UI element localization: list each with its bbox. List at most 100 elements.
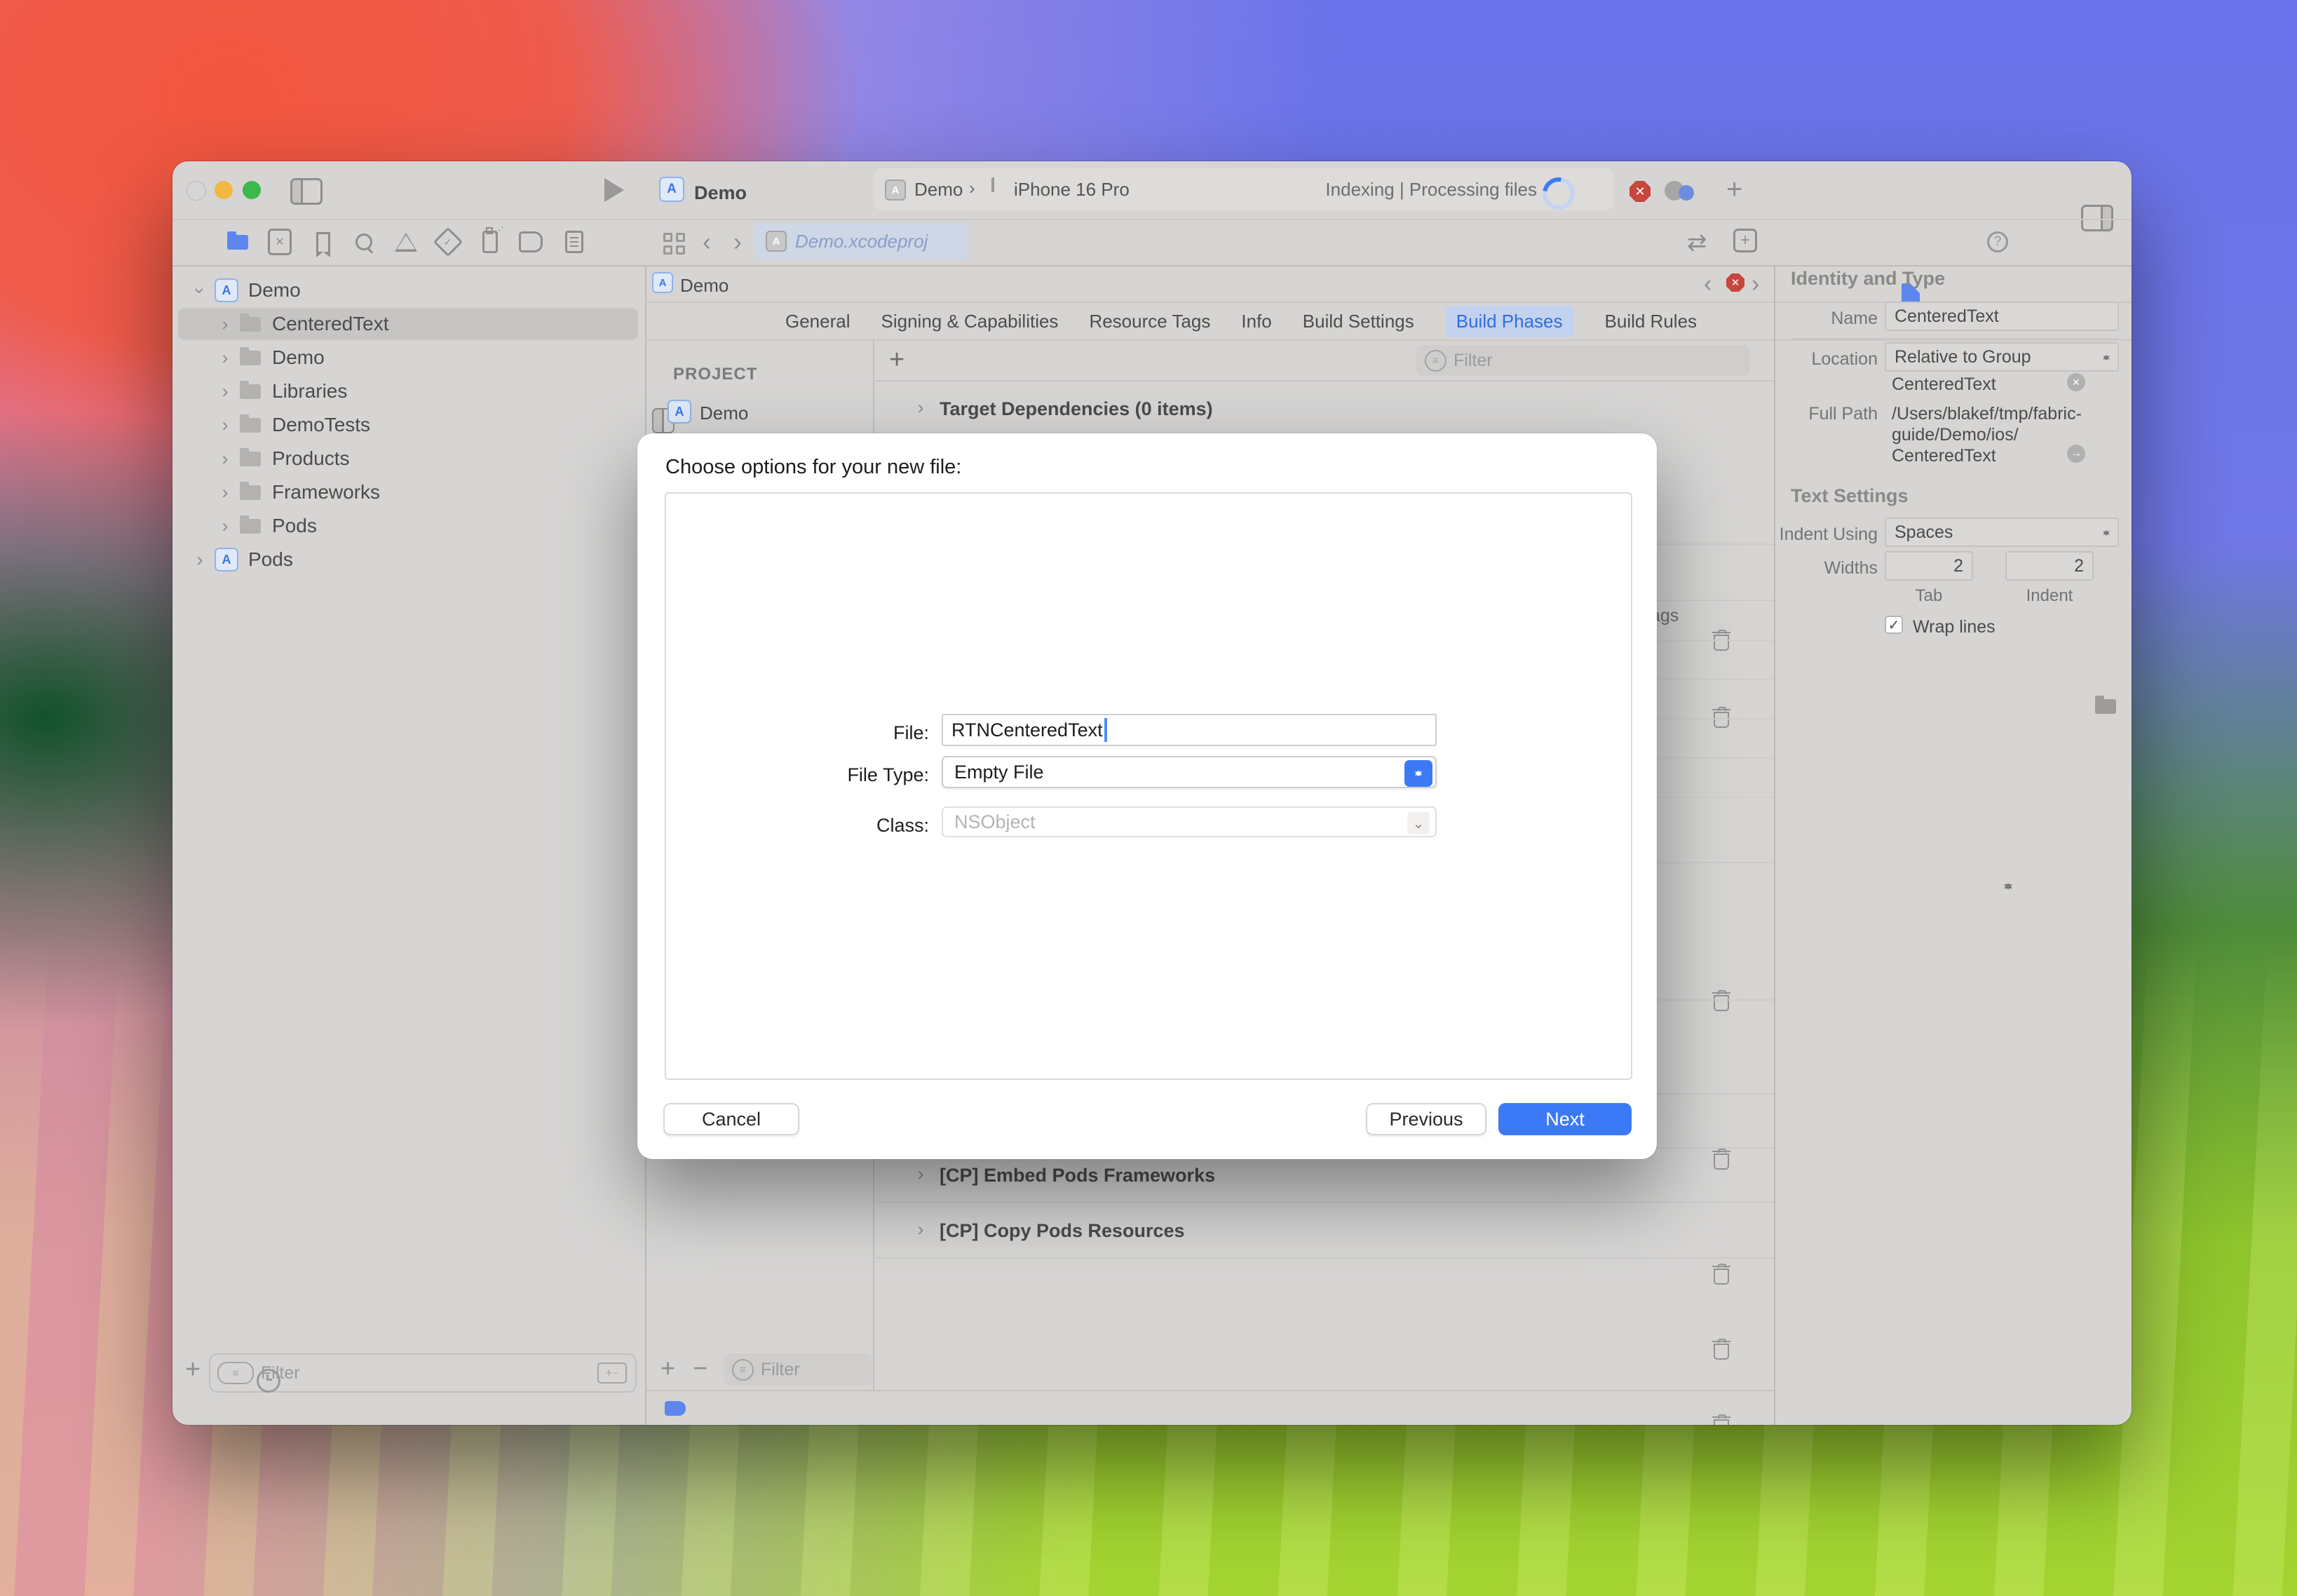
- tab-info[interactable]: Info: [1241, 311, 1271, 332]
- phase-row-label[interactable]: [CP] Copy Pods Resources: [940, 1220, 1185, 1242]
- clear-location-icon[interactable]: ✕: [2067, 373, 2085, 391]
- filter-scope-icon[interactable]: ≡: [217, 1362, 254, 1384]
- editor-tab[interactable]: A Demo.xcodeproj: [754, 223, 968, 259]
- source-control-navigator-icon[interactable]: ✕: [268, 230, 292, 254]
- trash-icon[interactable]: [1712, 1339, 1730, 1360]
- disclosure-icon[interactable]: ›: [910, 397, 931, 419]
- breadcrumb[interactable]: Demo: [680, 275, 729, 297]
- flags-filter-icon[interactable]: +-: [597, 1362, 627, 1384]
- zoom-button[interactable]: [243, 181, 261, 199]
- file-type-popup[interactable]: Empty File: [942, 756, 1437, 788]
- open-path-arrow-icon[interactable]: →: [2067, 445, 2085, 463]
- tree-item-pods-folder[interactable]: › Pods: [172, 509, 645, 543]
- tree-item-centeredtext[interactable]: › CenteredText: [172, 307, 645, 341]
- search-navigator-icon[interactable]: [352, 230, 376, 254]
- phase-row-label[interactable]: [CP] Embed Pods Frameworks: [940, 1165, 1215, 1186]
- disclosure-icon[interactable]: ›: [189, 280, 211, 301]
- dependencies-row-label[interactable]: Target Dependencies (0 items): [940, 398, 1213, 420]
- tab-build-phases[interactable]: Build Phases: [1445, 306, 1574, 337]
- error-badge-icon[interactable]: ✕: [1629, 181, 1651, 202]
- trash-icon[interactable]: [1712, 707, 1730, 728]
- targets-filter-input[interactable]: ≡ Filter: [724, 1353, 872, 1386]
- issue-navigator-icon[interactable]: [394, 230, 418, 254]
- disclosure-icon[interactable]: ›: [215, 381, 236, 403]
- remove-target-icon[interactable]: −: [693, 1353, 707, 1383]
- name-field[interactable]: CenteredText: [1885, 302, 2119, 331]
- folder-icon: [240, 485, 261, 500]
- tab-width-field[interactable]: 2: [1885, 551, 1973, 581]
- back-icon[interactable]: ‹: [703, 227, 711, 257]
- bookmark-navigator-icon[interactable]: [311, 230, 335, 254]
- tab-build-settings[interactable]: Build Settings: [1303, 311, 1414, 332]
- cloud-status-icon[interactable]: [1665, 180, 1698, 201]
- disclosure-icon[interactable]: ›: [215, 347, 236, 369]
- choose-folder-icon[interactable]: [2095, 699, 2116, 714]
- test-navigator-icon[interactable]: ✓: [436, 230, 460, 254]
- tab-width-stepper[interactable]: [2003, 878, 2014, 895]
- tree-item-demo-folder[interactable]: › Demo: [172, 341, 645, 374]
- swap-editor-icon[interactable]: ⇄: [1687, 229, 1707, 257]
- breakpoint-navigator-icon[interactable]: [519, 230, 543, 254]
- tree-item-libraries[interactable]: › Libraries: [172, 374, 645, 408]
- add-toolbar-icon[interactable]: +: [1726, 174, 1742, 205]
- add-phase-icon[interactable]: +: [889, 345, 904, 375]
- filter-bar-tag-icon[interactable]: [665, 1401, 686, 1416]
- tab-general[interactable]: General: [785, 311, 851, 332]
- phases-filter-input[interactable]: ≡ Filter: [1416, 345, 1750, 376]
- issue-next-icon[interactable]: ›: [1751, 271, 1759, 298]
- project-navigator-icon[interactable]: [226, 230, 250, 254]
- tree-item-demo-project[interactable]: › A Demo: [172, 273, 645, 307]
- disclosure-icon[interactable]: ›: [215, 414, 236, 436]
- project-list-header: PROJECT: [673, 365, 757, 384]
- disclosure-icon[interactable]: ›: [910, 1163, 931, 1185]
- tree-item-pods-project[interactable]: › A Pods: [172, 543, 645, 576]
- disclosure-icon[interactable]: ›: [189, 549, 210, 571]
- disclosure-icon[interactable]: ›: [910, 1219, 931, 1240]
- indent-width-field[interactable]: 2: [2005, 551, 2094, 581]
- cancel-button[interactable]: Cancel: [663, 1103, 799, 1135]
- trash-icon[interactable]: [1712, 990, 1730, 1011]
- file-name-input[interactable]: RTNCenteredText: [942, 714, 1437, 746]
- location-popup[interactable]: Relative to Group: [1885, 342, 2119, 372]
- tab-resource-tags[interactable]: Resource Tags: [1089, 311, 1210, 332]
- close-button[interactable]: [187, 181, 206, 201]
- project-list-item[interactable]: Demo: [700, 403, 748, 424]
- add-file-icon[interactable]: +: [185, 1355, 201, 1385]
- add-target-icon[interactable]: +: [660, 1353, 675, 1383]
- forward-icon[interactable]: ›: [733, 227, 742, 257]
- add-editor-icon[interactable]: +: [1733, 229, 1757, 252]
- trash-icon[interactable]: [1712, 1264, 1730, 1285]
- scheme-destination[interactable]: iPhone 16 Pro: [1014, 179, 1130, 201]
- scheme-name[interactable]: Demo: [914, 179, 963, 201]
- minimize-button[interactable]: [215, 181, 233, 199]
- breadcrumb-error-icon[interactable]: ✕: [1726, 273, 1744, 292]
- navigator-filter-input[interactable]: ≡ Filter +-: [209, 1353, 637, 1393]
- disclosure-icon[interactable]: ›: [215, 448, 236, 470]
- run-button[interactable]: [604, 178, 624, 202]
- editor-layout-icon[interactable]: [663, 233, 685, 255]
- issue-prev-icon[interactable]: ‹: [1704, 271, 1712, 298]
- trash-icon[interactable]: [1712, 1414, 1730, 1425]
- recents-filter-icon[interactable]: [257, 1369, 280, 1393]
- debug-navigator-icon[interactable]: [478, 230, 502, 254]
- wrap-lines-checkbox[interactable]: ✓: [1885, 616, 1903, 634]
- next-button[interactable]: Next: [1498, 1103, 1632, 1135]
- navigator-toggle-icon[interactable]: [290, 178, 323, 205]
- scheme-activity-pill[interactable]: A Demo › iPhone 16 Pro Indexing | Proces…: [874, 168, 1614, 210]
- tree-item-frameworks[interactable]: › Frameworks: [172, 475, 645, 509]
- tree-item-products[interactable]: › Products: [172, 442, 645, 475]
- tab-build-rules[interactable]: Build Rules: [1605, 311, 1698, 332]
- disclosure-icon[interactable]: ›: [215, 515, 236, 537]
- tree-item-demotests[interactable]: › DemoTests: [172, 408, 645, 442]
- inspector-toggle-icon[interactable]: [2081, 205, 2113, 231]
- tab-signing[interactable]: Signing & Capabilities: [881, 311, 1059, 332]
- trash-icon[interactable]: [1712, 1149, 1730, 1170]
- class-combobox[interactable]: NSObject ⌄: [942, 806, 1437, 837]
- indent-using-popup[interactable]: Spaces: [1885, 518, 2119, 547]
- error-x: ✕: [1731, 276, 1740, 289]
- previous-button[interactable]: Previous: [1366, 1103, 1486, 1135]
- disclosure-icon[interactable]: ›: [215, 313, 236, 335]
- report-navigator-icon[interactable]: [562, 230, 586, 254]
- disclosure-icon[interactable]: ›: [215, 482, 236, 503]
- inspector-help-tab-icon[interactable]: ?: [1987, 231, 2008, 252]
